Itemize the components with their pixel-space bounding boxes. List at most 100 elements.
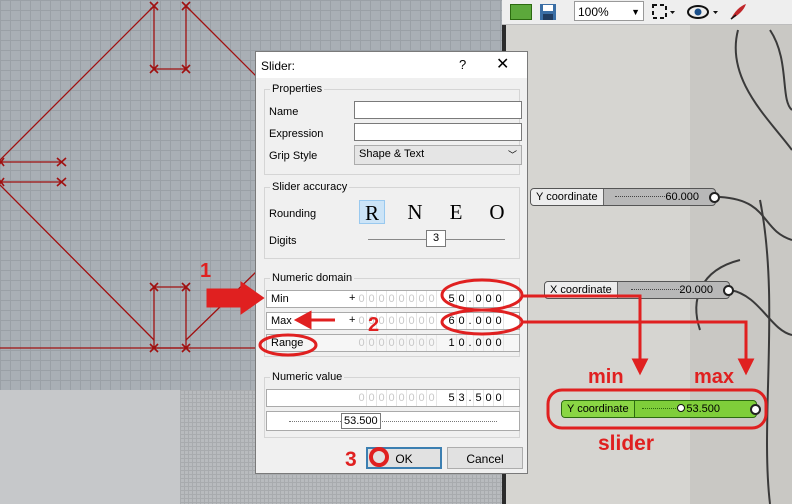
digit[interactable]: 0 (474, 313, 484, 329)
value-leading-digits: 00000000 (357, 390, 437, 406)
value-slider-grip[interactable]: 53.500 (341, 413, 381, 429)
digit[interactable]: 0 (494, 390, 504, 406)
range-row: Range 00000000 10.000 (266, 334, 520, 352)
expression-label: Expression (269, 128, 324, 140)
open-file-icon[interactable] (510, 4, 532, 20)
name-field[interactable] (354, 101, 522, 119)
brush-icon[interactable] (728, 2, 748, 22)
slider-track (642, 408, 678, 410)
rounding-e-button[interactable]: E (443, 200, 469, 224)
grasshopper-toolbar: 100% ▼ (502, 0, 792, 25)
max-label: Max (271, 315, 292, 327)
digit: 0 (494, 335, 504, 351)
properties-group-label: Properties (270, 83, 325, 95)
value-digits[interactable]: 53.500 (447, 390, 504, 406)
value-slider-track (289, 421, 497, 422)
digit[interactable]: 0 (484, 291, 494, 307)
ok-button[interactable]: OK (366, 447, 442, 469)
slider-track (631, 289, 681, 291)
slider-annotation: slider (598, 432, 655, 455)
slider-track (615, 196, 665, 198)
decimal-point: . (467, 313, 474, 329)
digit: 0 (474, 335, 484, 351)
name-label: Name (269, 106, 299, 118)
max-annotation: max (694, 366, 735, 388)
digit[interactable]: 6 (447, 313, 457, 329)
zoom-fit-icon[interactable] (650, 2, 675, 22)
range-leading-digits: 00000000 (357, 335, 437, 351)
grip-style-value: Shape & Text (359, 148, 425, 160)
digit[interactable]: 5 (447, 291, 457, 307)
close-button[interactable]: ✕ (496, 54, 509, 74)
digit[interactable]: 0 (484, 313, 494, 329)
rounding-n-button[interactable]: N (402, 200, 428, 224)
cancel-button[interactable]: Cancel (447, 447, 523, 469)
digit[interactable]: 0 (484, 390, 494, 406)
slider-dialog: Slider: ? ✕ Properties Name Expression G… (255, 51, 528, 474)
expression-field[interactable] (354, 123, 522, 141)
grip-style-label: Grip Style (269, 150, 318, 162)
save-icon[interactable] (538, 2, 558, 22)
min-row[interactable]: Min + 00000000 50.000 (266, 290, 520, 308)
value-group-label: Numeric value (270, 371, 345, 383)
output-port[interactable] (723, 285, 734, 296)
output-port[interactable] (750, 404, 761, 415)
step-2-label: 2 (368, 314, 380, 336)
rounding-r-button[interactable]: R (359, 200, 385, 225)
output-port[interactable] (709, 192, 720, 203)
range-label: Range (271, 337, 304, 349)
help-button[interactable]: ? (459, 57, 466, 72)
value-slider[interactable]: 53.500 (266, 411, 520, 431)
decimal-point: . (467, 291, 474, 307)
min-annotation: min (588, 366, 624, 388)
digits-field[interactable]: 3 (426, 230, 446, 247)
min-leading-digits: 00000000 (357, 291, 437, 307)
dialog-title: Slider: (261, 59, 296, 73)
slider-grip[interactable] (677, 404, 685, 412)
step-1-label: 1 (200, 260, 212, 282)
zoom-select[interactable]: 100% ▼ (574, 1, 644, 21)
properties-group: Properties Name Expression Grip Style Sh… (264, 83, 522, 175)
rounding-o-button[interactable]: O (484, 200, 510, 224)
digit[interactable]: 5 (447, 390, 457, 406)
min-digits[interactable]: 50.000 (447, 291, 504, 307)
step-3-label: 3 (345, 448, 357, 471)
digits-label: Digits (269, 235, 297, 247)
max-digits[interactable]: 60.000 (447, 313, 504, 329)
digit[interactable]: 0 (494, 313, 504, 329)
domain-group-label: Numeric domain (270, 272, 355, 284)
digit: 1 (447, 335, 457, 351)
slider-value: 53.500 (686, 403, 720, 415)
digit[interactable]: 0 (457, 291, 467, 307)
accuracy-group-label: Slider accuracy (270, 181, 350, 193)
grip-style-select[interactable]: Shape & Text ﹀ (354, 145, 522, 165)
rounding-label: Rounding (269, 208, 317, 220)
digit[interactable]: 5 (474, 390, 484, 406)
x-coordinate-slider[interactable]: X coordinate 20.000 (544, 281, 734, 299)
canvas-group-strip (690, 0, 792, 504)
digit[interactable]: 3 (457, 390, 467, 406)
chevron-down-icon: ▼ (631, 7, 640, 17)
range-digits: 10.000 (447, 335, 504, 351)
zoom-value: 100% (578, 5, 609, 19)
digit[interactable]: 0 (494, 291, 504, 307)
digit: 0 (457, 335, 467, 351)
slider-name: Y coordinate (562, 401, 635, 417)
eye-icon[interactable] (686, 2, 720, 22)
max-row[interactable]: Max + 00000000 60.000 (266, 312, 520, 330)
value-row[interactable]: 00000000 53.500 (266, 389, 520, 407)
slider-value: 20.000 (679, 284, 713, 296)
decimal-point: . (467, 390, 474, 406)
slider-value: 60.000 (665, 191, 699, 203)
y-coordinate-slider-green[interactable]: Y coordinate 53.500 (561, 400, 761, 418)
grasshopper-canvas[interactable] (502, 0, 792, 504)
digit[interactable]: 0 (457, 313, 467, 329)
dialog-title-bar: Slider: ? ✕ (256, 52, 527, 78)
decimal-point: . (467, 335, 474, 351)
slider-name: X coordinate (545, 282, 618, 298)
max-sign: + (349, 314, 356, 326)
digit: 0 (484, 335, 494, 351)
y-coordinate-slider-top[interactable]: Y coordinate 60.000 (530, 188, 720, 206)
min-label: Min (271, 293, 289, 305)
digit[interactable]: 0 (474, 291, 484, 307)
